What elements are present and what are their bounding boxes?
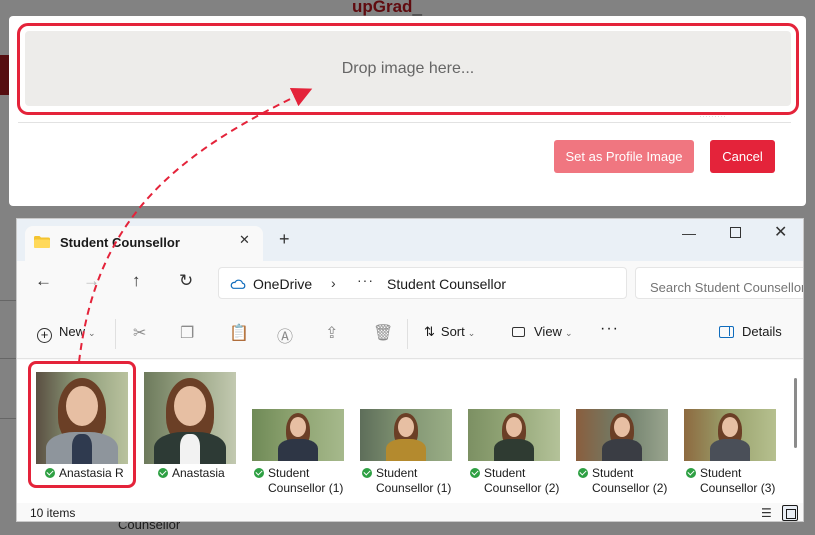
file-name: Student Counsellor (3): [686, 466, 780, 496]
chevron-right-icon[interactable]: ›: [331, 275, 336, 291]
view-button[interactable]: View ⌄: [512, 324, 573, 339]
breadcrumb-current-folder[interactable]: Student Counsellor: [387, 276, 506, 292]
drop-zone-highlight: [17, 23, 799, 115]
file-thumbnail: [576, 409, 668, 461]
tab-title: Student Counsellor: [60, 235, 180, 250]
window-close-icon[interactable]: ✕: [774, 222, 787, 242]
maximize-icon[interactable]: [730, 227, 741, 238]
toolbar-divider: [115, 319, 116, 349]
tiles-view-icon[interactable]: [782, 505, 798, 521]
status-bar: 10 items ☰: [17, 503, 803, 521]
title-bar: Student Counsellor ✕ + — ✕: [17, 219, 803, 261]
command-bar: + New ⌄ ✂ ❐ 📋 Ⓐ ⇪ 🗑 ⇅ Sort ⌄ View ⌄ ··· Detai…: [17, 309, 803, 359]
breadcrumb-more-icon[interactable]: ···: [357, 272, 374, 288]
file-list: Anastasia R Anastasia Student Counsellor…: [17, 360, 803, 503]
breadcrumb[interactable]: OneDrive › ··· Student Counsellor: [218, 267, 627, 299]
explorer-tab[interactable]: Student Counsellor ✕: [25, 226, 263, 261]
file-thumbnail: [36, 372, 128, 464]
sync-check-icon: [362, 468, 372, 478]
list-view-icon[interactable]: ☰: [761, 506, 772, 520]
delete-icon[interactable]: 🗑: [373, 323, 393, 343]
paste-icon[interactable]: 📋: [229, 323, 249, 343]
onedrive-cloud-icon: [230, 279, 246, 289]
plus-circle-icon: +: [37, 328, 52, 343]
back-icon[interactable]: ←: [35, 271, 52, 291]
details-button[interactable]: Details: [719, 324, 782, 339]
share-icon[interactable]: ⇪: [325, 323, 338, 343]
up-icon[interactable]: ↑: [132, 271, 141, 291]
item-count: 10 items: [30, 506, 76, 520]
sync-check-icon: [158, 468, 168, 478]
file-name: Anastasia R: [45, 466, 124, 481]
file-name: Student Counsellor (1): [362, 466, 456, 496]
vertical-scrollbar[interactable]: [794, 378, 797, 448]
file-name: Anastasia: [158, 466, 225, 481]
upload-modal: Drop image here... ········· Set as Prof…: [9, 16, 806, 206]
more-options-icon[interactable]: ···: [600, 320, 619, 338]
toolbar-divider: [407, 319, 408, 349]
sync-check-icon: [578, 468, 588, 478]
file-thumbnail: [252, 409, 344, 461]
search-input[interactable]: [635, 267, 803, 299]
file-thumbnail: [360, 409, 452, 461]
address-bar: ← → ↑ ↻ OneDrive › ··· Student Counsello…: [17, 261, 803, 305]
chevron-down-icon: ⌄: [564, 328, 573, 338]
file-name: Student Counsellor (1): [254, 466, 348, 496]
forward-icon[interactable]: →: [83, 271, 100, 291]
view-icon: [512, 327, 525, 337]
sort-icon: ⇅: [424, 324, 435, 339]
file-thumbnail: [144, 372, 236, 464]
sync-check-icon: [45, 468, 55, 478]
sync-check-icon: [686, 468, 696, 478]
refresh-icon[interactable]: ↻: [179, 271, 193, 291]
modal-divider: [18, 122, 791, 123]
new-button[interactable]: + New ⌄: [37, 324, 96, 343]
rename-icon[interactable]: Ⓐ: [277, 323, 293, 347]
file-name: Student Counsellor (2): [578, 466, 672, 496]
cut-icon[interactable]: ✂: [133, 323, 146, 343]
minimize-icon[interactable]: —: [682, 225, 696, 241]
sync-check-icon: [254, 468, 264, 478]
tab-close-icon[interactable]: ✕: [239, 232, 250, 248]
faint-text: ·········: [699, 111, 726, 121]
new-tab-icon[interactable]: +: [279, 229, 290, 250]
chevron-down-icon: ⌄: [88, 328, 96, 338]
file-explorer-window: Student Counsellor ✕ + — ✕ ← → ↑ ↻ OneDr…: [16, 218, 804, 522]
folder-icon: [34, 236, 50, 248]
set-profile-image-button[interactable]: Set as Profile Image: [554, 140, 694, 173]
copy-icon[interactable]: ❐: [180, 323, 194, 343]
sync-check-icon: [470, 468, 480, 478]
file-thumbnail: [684, 409, 776, 461]
cancel-button[interactable]: Cancel: [710, 140, 775, 173]
sort-button[interactable]: ⇅ Sort ⌄: [424, 324, 475, 340]
breadcrumb-onedrive[interactable]: OneDrive: [253, 276, 312, 292]
details-pane-icon: [719, 326, 734, 338]
file-thumbnail: [468, 409, 560, 461]
chevron-down-icon: ⌄: [467, 328, 476, 338]
file-name: Student Counsellor (2): [470, 466, 564, 496]
